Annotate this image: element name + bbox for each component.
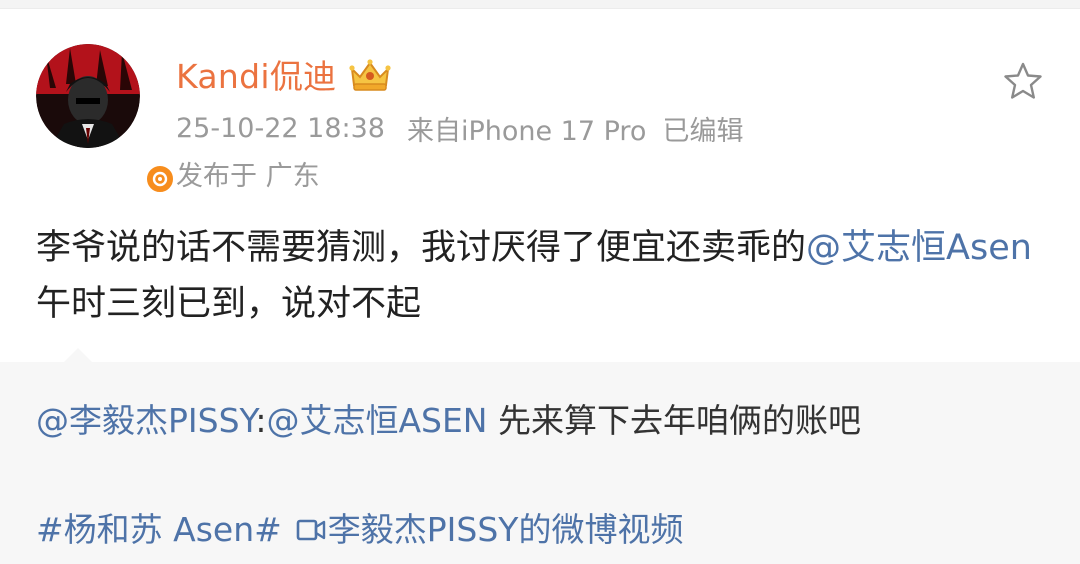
hashtag-link[interactable]: #杨和苏 Asen# <box>36 505 282 555</box>
post-body: 李爷说的话不需要猜测，我讨厌得了便宜还卖乖的@艾志恒Asen 午时三刻已到，说对… <box>36 220 1046 332</box>
timestamp[interactable]: 25-10-22 18:38 <box>176 113 385 144</box>
video-icon <box>296 519 325 541</box>
post-meta: 25-10-22 18:38 来自iPhone 17 Pro 已编辑 <box>176 108 743 148</box>
repost-mention-link[interactable]: @艾志恒ASEN <box>266 401 487 440</box>
video-link[interactable]: 李毅杰PISSY的微博视频 <box>328 505 684 555</box>
repost-text: 先来算下去年咱俩的账吧 <box>487 401 861 440</box>
mention-link[interactable]: @艾志恒Asen <box>806 228 1032 268</box>
top-divider <box>0 0 1080 9</box>
post-text-part1: 李爷说的话不需要猜测，我讨厌得了便宜还卖乖的 <box>36 228 807 268</box>
favorite-button[interactable] <box>1000 58 1046 104</box>
repost-tags: #杨和苏 Asen# 李毅杰PISSY的微博视频 <box>36 505 1046 555</box>
username[interactable]: Kandi侃迪 <box>176 50 336 98</box>
avatar-icon <box>36 44 140 148</box>
verified-badge-icon <box>144 163 176 195</box>
avatar[interactable] <box>36 44 176 195</box>
location-label: 发布于 广东 <box>176 160 320 192</box>
repost-author-link[interactable]: @李毅杰PISSY <box>36 401 255 440</box>
edited-label[interactable]: 已编辑 <box>662 109 743 148</box>
repost-body: @李毅杰PISSY:@艾志恒ASEN 先来算下去年咱俩的账吧 <box>36 396 1046 446</box>
source-label: 来自iPhone 17 Pro <box>406 115 647 147</box>
post-text-part2: 午时三刻已到，说对不起 <box>36 284 422 324</box>
star-icon <box>1004 62 1042 99</box>
repost-colon: : <box>255 401 267 440</box>
crown-member-icon <box>349 59 392 91</box>
